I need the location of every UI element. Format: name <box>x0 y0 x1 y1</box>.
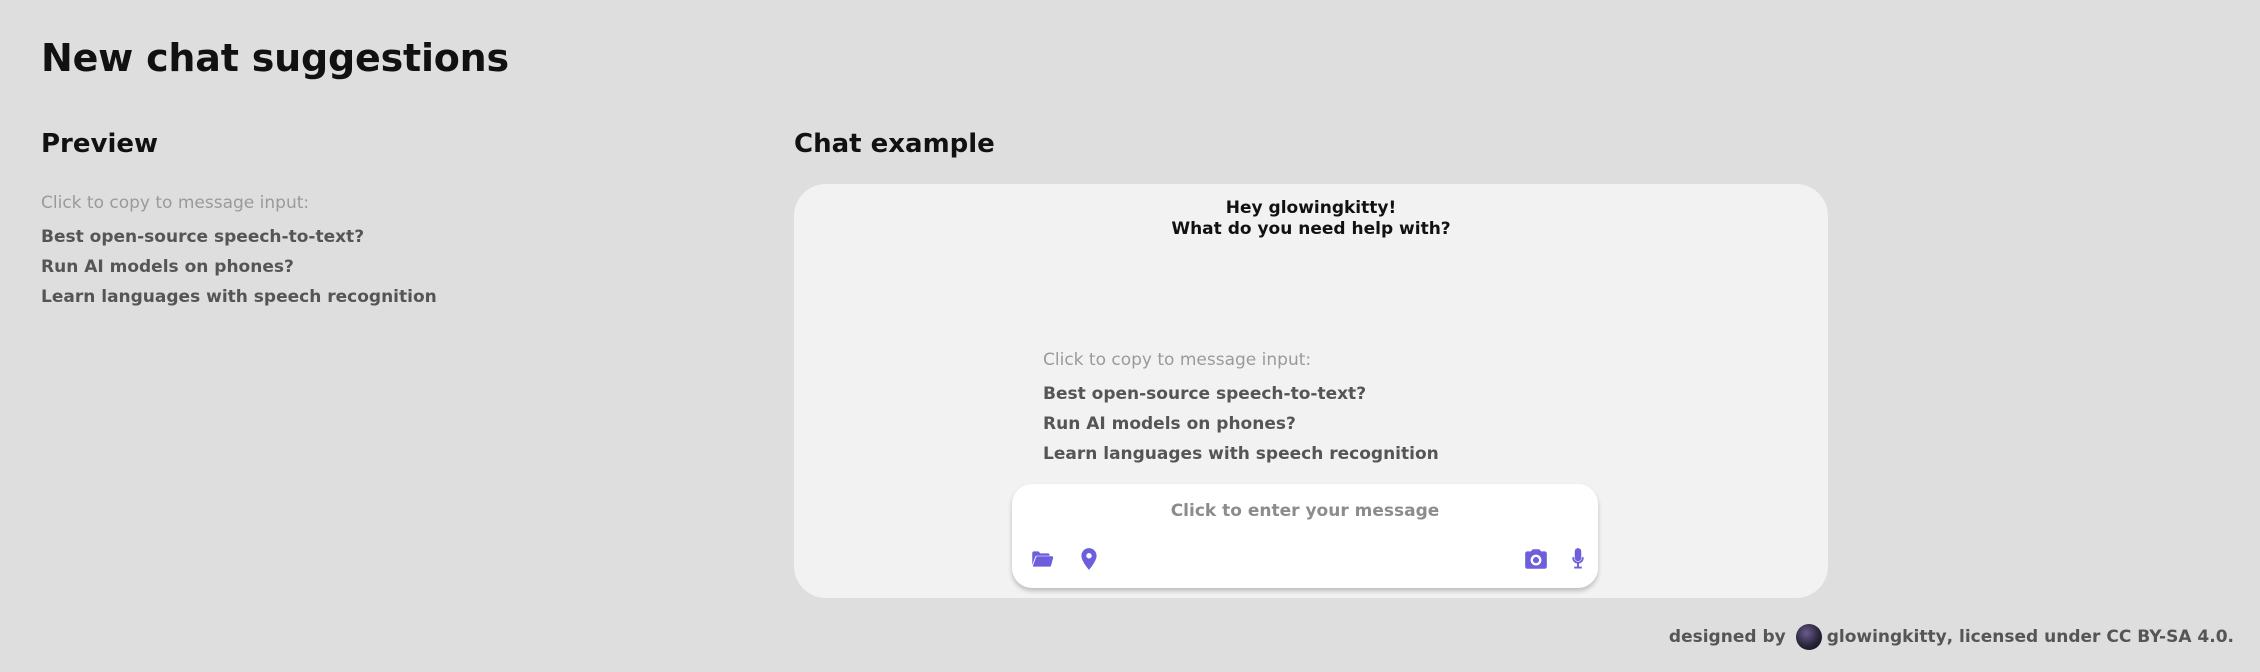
suggestions-hint: Click to copy to message input: <box>41 193 310 213</box>
suggestion-item[interactable]: Run AI models on phones? <box>41 257 501 277</box>
chat-example-card: Hey glowingkitty! What do you need help … <box>794 184 1828 598</box>
suggestion-item[interactable]: Learn languages with speech recognition <box>41 287 501 307</box>
preview-suggestions: Click to copy to message input: Best ope… <box>41 193 501 317</box>
license-text: , licensed under CC BY-SA 4.0. <box>1946 627 2234 647</box>
page: New chat suggestions Preview Chat exampl… <box>0 0 2260 672</box>
suggestion-item[interactable]: Run AI models on phones? <box>1043 414 1503 434</box>
suggestion-item[interactable]: Best open-source speech-to-text? <box>41 227 501 247</box>
author-link[interactable]: glowingkitty <box>1827 627 1947 647</box>
message-input[interactable]: Click to enter your message <box>1012 484 1598 588</box>
chat-suggestions: Click to copy to message input: Best ope… <box>1043 350 1503 474</box>
location-pin-icon[interactable] <box>1074 544 1104 574</box>
microphone-icon[interactable] <box>1563 544 1593 574</box>
chat-example-title: Chat example <box>794 129 995 159</box>
camera-icon[interactable] <box>1521 544 1551 574</box>
suggestion-item[interactable]: Best open-source speech-to-text? <box>1043 384 1503 404</box>
designed-by-label: designed by <box>1668 627 1786 647</box>
greeting-line-2: What do you need help with? <box>1171 219 1451 239</box>
suggestions-hint: Click to copy to message input: <box>1043 350 1312 370</box>
footer-credits: designed by glowingkitty , licensed unde… <box>1669 624 2234 650</box>
chat-greeting: Hey glowingkitty! What do you need help … <box>794 198 1828 240</box>
folder-icon[interactable] <box>1027 544 1057 574</box>
greeting-line-1: Hey glowingkitty! <box>1225 198 1397 218</box>
message-input-placeholder[interactable]: Click to enter your message <box>1012 501 1598 521</box>
page-title: New chat suggestions <box>41 36 509 80</box>
preview-title: Preview <box>41 129 159 159</box>
avatar <box>1795 624 1822 650</box>
suggestion-item[interactable]: Learn languages with speech recognition <box>1043 444 1503 464</box>
